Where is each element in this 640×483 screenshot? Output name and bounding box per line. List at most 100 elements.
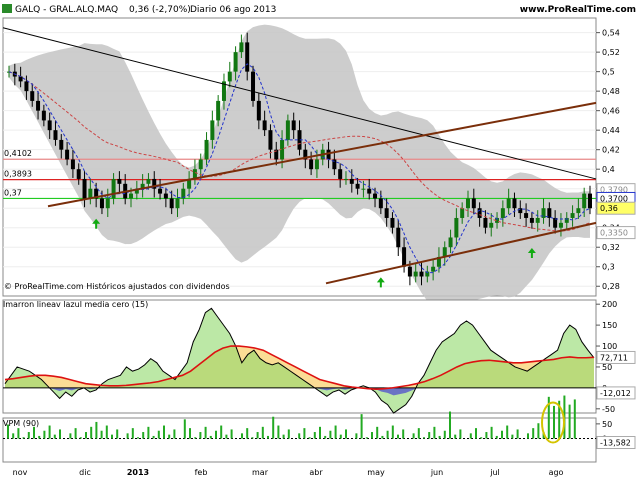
candle-body: [204, 139, 209, 160]
vpm-bar: [90, 426, 93, 439]
vpm-bar: [386, 430, 389, 439]
x-axis: nov dic 2013 feb mar abr may jun jul ago: [13, 468, 564, 477]
candle-body: [402, 247, 407, 267]
vpm-bar: [215, 430, 217, 439]
y-tick-label: 0,42: [602, 146, 620, 155]
vpm-bar: [495, 435, 498, 439]
vpm-bar: [272, 416, 275, 439]
vpm-bar: [105, 425, 108, 439]
candle-body: [30, 91, 35, 101]
vpm-bar: [209, 435, 212, 439]
candle-body: [558, 222, 563, 228]
y-tick-label: 0,44: [602, 126, 620, 135]
vpm-bar: [251, 437, 254, 439]
x-tick-label: jul: [489, 468, 500, 477]
vpm-bar: [303, 428, 306, 439]
vpm-bar: [423, 437, 425, 439]
candle-body: [169, 198, 174, 209]
vpm-bar: [111, 434, 113, 439]
candle-body: [47, 120, 52, 131]
candle-body: [419, 271, 424, 277]
vpm-bar: [334, 425, 337, 439]
vpm-bar: [553, 405, 555, 439]
candle-body: [343, 178, 348, 180]
candle-body: [407, 266, 412, 277]
candle-body: [41, 110, 46, 121]
vpm-bar: [287, 429, 290, 439]
candle-body: [431, 266, 436, 272]
x-tick-label: may: [367, 468, 385, 477]
app-logo-icon: [2, 4, 12, 13]
vpm-bar: [381, 435, 384, 439]
vpm-bar: [501, 430, 503, 439]
vpm-bar: [329, 430, 332, 439]
vpm-bar: [100, 430, 103, 439]
vpm-bar: [131, 428, 134, 439]
vpm-bar: [194, 437, 197, 439]
candle-body: [448, 237, 453, 248]
vpm-bar: [433, 426, 436, 439]
candle-body: [349, 178, 354, 184]
x-tick-label: abr: [309, 468, 323, 477]
candle-body: [396, 227, 401, 248]
indicator-frame: [2, 299, 597, 414]
candle-body: [262, 120, 267, 131]
vpm-bar: [137, 437, 139, 439]
vpm-title: VPM (90): [3, 419, 39, 428]
vpm-bar: [376, 426, 379, 439]
stock-chart: GALQ - GRAL.ALQ.MAQ 0,36 (-2,70%) Diario…: [0, 0, 640, 480]
candle-body: [291, 120, 296, 131]
candle-body: [65, 149, 70, 160]
vpm-bar: [225, 434, 228, 439]
candle-body: [309, 159, 314, 170]
vpm-bar: [438, 435, 441, 439]
vpm-bar: [95, 421, 98, 439]
candle-body: [529, 217, 534, 223]
vpm-bar: [449, 411, 451, 439]
vpm-bar: [412, 433, 415, 439]
vpm-bar: [313, 432, 316, 439]
y-tick-label: 50: [602, 420, 612, 429]
vpm-bar: [33, 426, 35, 439]
candle-body: [99, 198, 104, 209]
candle-body: [251, 71, 256, 101]
vpm-bar: [189, 428, 191, 439]
indicator-panel: 200150100500-5072,711-12,012: [2, 299, 636, 414]
y-tick-label: 0,52: [602, 48, 620, 57]
vpm-bar: [220, 425, 223, 439]
candle-body: [175, 198, 180, 209]
x-tick-label: ago: [549, 468, 564, 477]
vpm-bar: [163, 425, 165, 439]
indicator-title: lmarron lineav lazul media cero (15): [3, 300, 148, 309]
candle-body: [24, 81, 29, 92]
candle-body: [256, 100, 261, 121]
vpm-bar: [475, 428, 477, 439]
candle-body: [146, 178, 151, 184]
candle-body: [18, 76, 23, 82]
vpm-bar: [573, 399, 576, 439]
x-tick-label: jun: [430, 468, 443, 477]
candle-body: [355, 183, 360, 189]
candle-body: [338, 169, 343, 179]
site-label: www.ProRealTime.com: [520, 5, 636, 15]
candle-body: [512, 198, 517, 209]
candle-body: [105, 198, 110, 209]
price-change: 0,36 (-2,70%): [129, 5, 191, 15]
candle-body: [76, 169, 81, 179]
candle-body: [373, 193, 378, 199]
candle-body: [367, 188, 372, 194]
vpm-bar: [173, 429, 176, 439]
value-tag-label: 0,36: [600, 204, 618, 213]
candle-body: [390, 217, 395, 228]
candle-body: [576, 208, 581, 214]
candle-body: [465, 198, 470, 209]
vpm-bar: [480, 437, 483, 439]
y-tick-label: 200: [602, 300, 617, 309]
chart-svg: GALQ - GRAL.ALQ.MAQ 0,36 (-2,70%) Diario…: [2, 4, 636, 477]
vpm-bar: [469, 433, 472, 439]
x-tick-label: mar: [252, 468, 269, 477]
x-tick-label: 2013: [127, 468, 149, 477]
value-tag-label: -13,582: [600, 439, 631, 448]
vpm-bar: [459, 429, 462, 439]
vpm-bar: [69, 433, 72, 439]
